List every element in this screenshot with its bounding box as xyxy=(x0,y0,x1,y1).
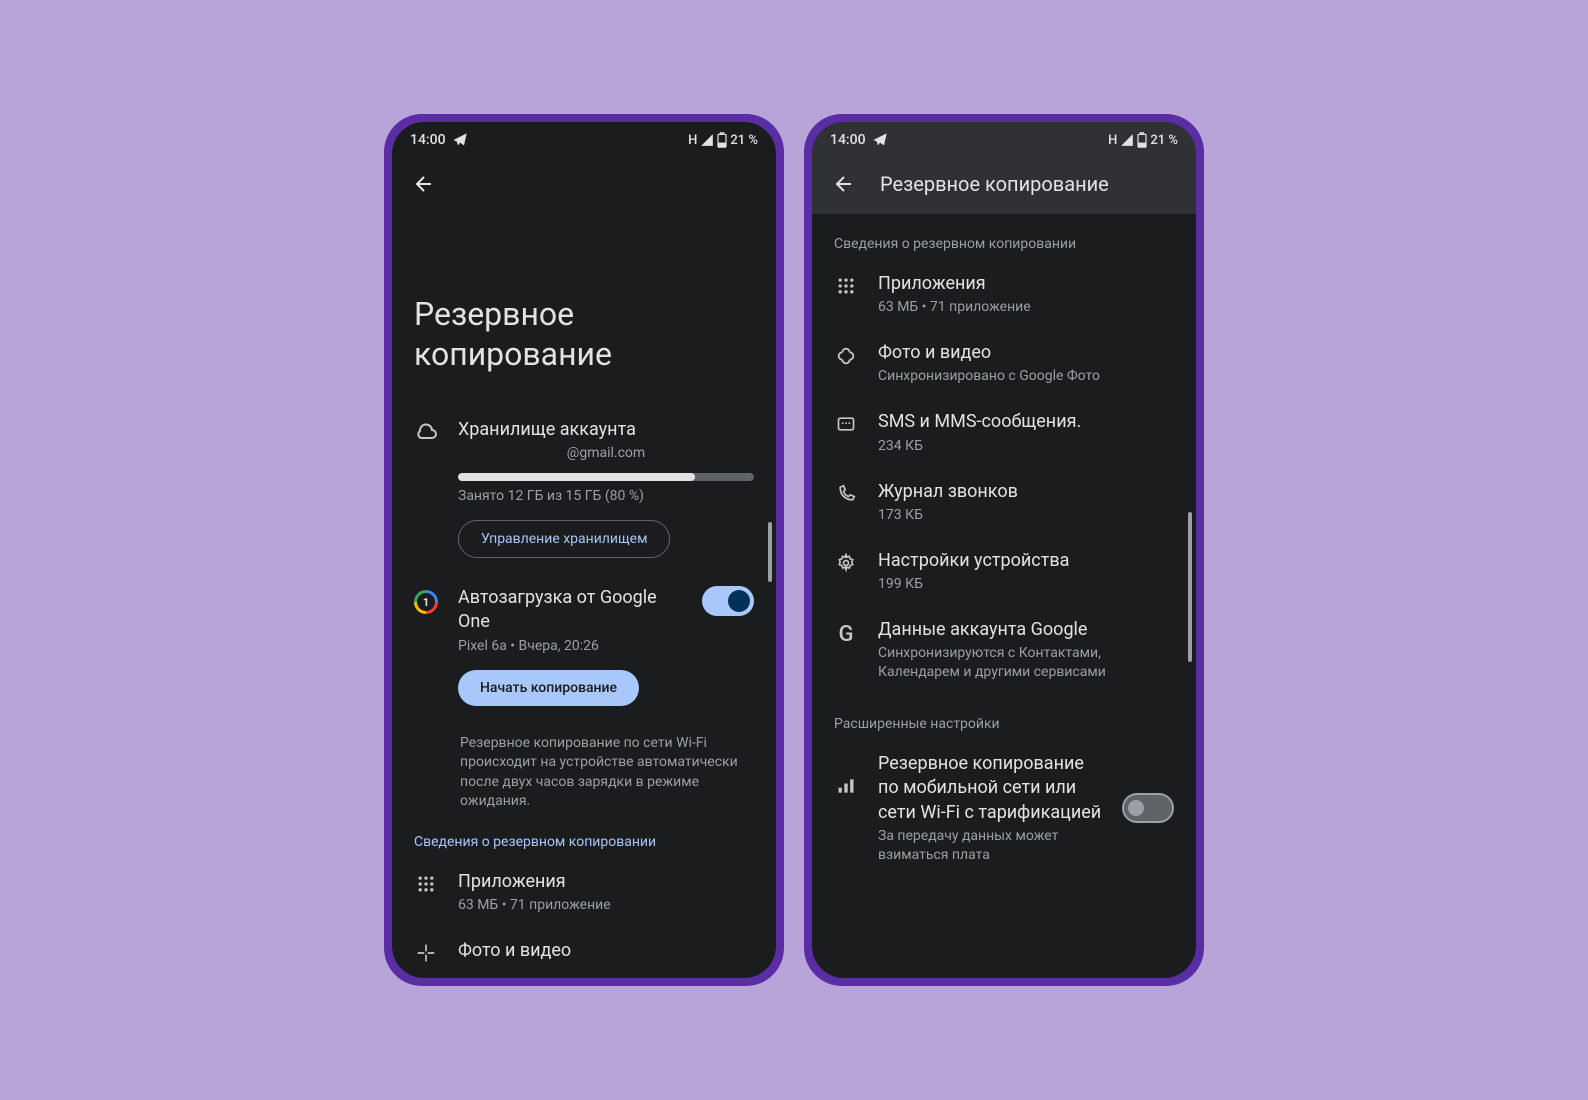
signal-bars-icon xyxy=(834,776,858,796)
apps-title: Приложения xyxy=(878,272,1174,296)
google-account-subtitle: Синхронизируются с Контактами, Календаре… xyxy=(878,644,1174,682)
advanced-section-header: Расширенные настройки xyxy=(812,694,1196,740)
apps-row[interactable]: Приложения 63 МБ • 71 приложение xyxy=(392,858,776,927)
battery-icon xyxy=(717,132,727,148)
photos-title: Фото и видео xyxy=(878,341,1174,365)
photos-icon xyxy=(834,345,858,367)
sms-title: SMS и MMS-сообщения. xyxy=(878,410,1174,434)
signal-icon xyxy=(1120,133,1134,147)
device-settings-row[interactable]: Настройки устройства 199 КБ xyxy=(812,537,1196,606)
photos-row[interactable]: Фото и видео Синхронизировано с Google Ф… xyxy=(812,329,1196,398)
apps-icon xyxy=(834,276,858,296)
calls-title: Журнал звонков xyxy=(878,480,1174,504)
storage-usage: Занято 12 ГБ из 15 ГБ (80 %) xyxy=(458,487,754,506)
google-icon: G xyxy=(834,622,858,647)
mobile-backup-row[interactable]: Резервное копирование по мобильной сети … xyxy=(812,740,1196,877)
apps-subtitle: 63 МБ • 71 приложение xyxy=(878,298,1174,317)
status-network: H xyxy=(1108,133,1117,148)
google-account-title: Данные аккаунта Google xyxy=(878,618,1174,642)
battery-icon xyxy=(1137,132,1147,148)
photos-row[interactable]: Фото и видео xyxy=(392,927,776,975)
telegram-icon xyxy=(872,132,888,148)
autoload-row[interactable]: Автозагрузка от Google One Pixel 6a • Вч… xyxy=(392,572,776,719)
apps-icon xyxy=(414,874,438,894)
mobile-backup-title: Резервное копирование по мобильной сети … xyxy=(878,752,1102,825)
storage-email: @gmail.com xyxy=(458,444,754,463)
screen-1: 14:00 H 21 % Резервное копирование xyxy=(392,122,776,978)
photos-title: Фото и видео xyxy=(458,939,754,963)
gear-icon xyxy=(834,553,858,573)
signal-icon xyxy=(700,133,714,147)
mobile-backup-toggle[interactable] xyxy=(1122,793,1174,823)
phone-frame-1: 14:00 H 21 % Резервное копирование xyxy=(384,114,784,986)
status-bar: 14:00 H 21 % xyxy=(812,122,1196,154)
status-bar: 14:00 H 21 % xyxy=(392,122,776,154)
apps-subtitle: 63 МБ • 71 приложение xyxy=(458,896,754,915)
sms-row[interactable]: SMS и MMS-сообщения. 234 КБ xyxy=(812,398,1196,467)
storage-row[interactable]: Хранилище аккаунта @gmail.com Занято 12 … xyxy=(392,404,776,572)
header-bar xyxy=(392,154,776,214)
autoload-help: Резервное копирование по сети Wi-Fi прои… xyxy=(414,720,754,812)
google-account-row[interactable]: G Данные аккаунта Google Синхронизируютс… xyxy=(812,606,1196,694)
back-icon[interactable] xyxy=(412,172,436,196)
scroll-indicator[interactable] xyxy=(768,522,772,582)
start-backup-button[interactable]: Начать копирование xyxy=(458,670,639,706)
apps-title: Приложения xyxy=(458,870,754,894)
manage-storage-button[interactable]: Управление хранилищем xyxy=(458,520,670,558)
device-settings-subtitle: 199 КБ xyxy=(878,575,1174,594)
phone-icon xyxy=(834,484,858,504)
back-icon[interactable] xyxy=(832,172,856,196)
status-time: 14:00 xyxy=(410,132,446,148)
message-icon xyxy=(834,414,858,434)
status-network: H xyxy=(688,133,697,148)
autoload-toggle[interactable] xyxy=(702,586,754,616)
apps-row[interactable]: Приложения 63 МБ • 71 приложение xyxy=(812,260,1196,329)
status-battery: 21 % xyxy=(1150,133,1178,148)
details-section-header: Сведения о резервном копировании xyxy=(812,214,1196,260)
storage-progress xyxy=(458,473,754,481)
status-battery: 21 % xyxy=(730,133,758,148)
calls-row[interactable]: Журнал звонков 173 КБ xyxy=(812,468,1196,537)
autoload-subtitle: Pixel 6a • Вчера, 20:26 xyxy=(458,637,682,656)
telegram-icon xyxy=(452,132,468,148)
header-title: Резервное копирование xyxy=(880,172,1109,196)
storage-title: Хранилище аккаунта xyxy=(458,418,754,442)
page-title: Резервное копирование xyxy=(392,214,776,404)
google-one-icon xyxy=(414,590,438,614)
photos-icon xyxy=(414,943,438,963)
phone-frame-2: 14:00 H 21 % Резервное копирование Сведе… xyxy=(804,114,1204,986)
cloud-icon xyxy=(414,422,438,446)
screen-2: 14:00 H 21 % Резервное копирование Сведе… xyxy=(812,122,1196,978)
scroll-indicator[interactable] xyxy=(1188,512,1192,662)
status-time: 14:00 xyxy=(830,132,866,148)
calls-subtitle: 173 КБ xyxy=(878,506,1174,525)
details-section-header: Сведения о резервном копировании xyxy=(392,812,776,858)
sms-subtitle: 234 КБ xyxy=(878,437,1174,456)
photos-subtitle: Синхронизировано с Google Фото xyxy=(878,367,1174,386)
mobile-backup-subtitle: За передачу данных может взиматься плата xyxy=(878,827,1102,865)
header-bar: Резервное копирование xyxy=(812,154,1196,214)
autoload-title: Автозагрузка от Google One xyxy=(458,586,682,635)
device-settings-title: Настройки устройства xyxy=(878,549,1174,573)
